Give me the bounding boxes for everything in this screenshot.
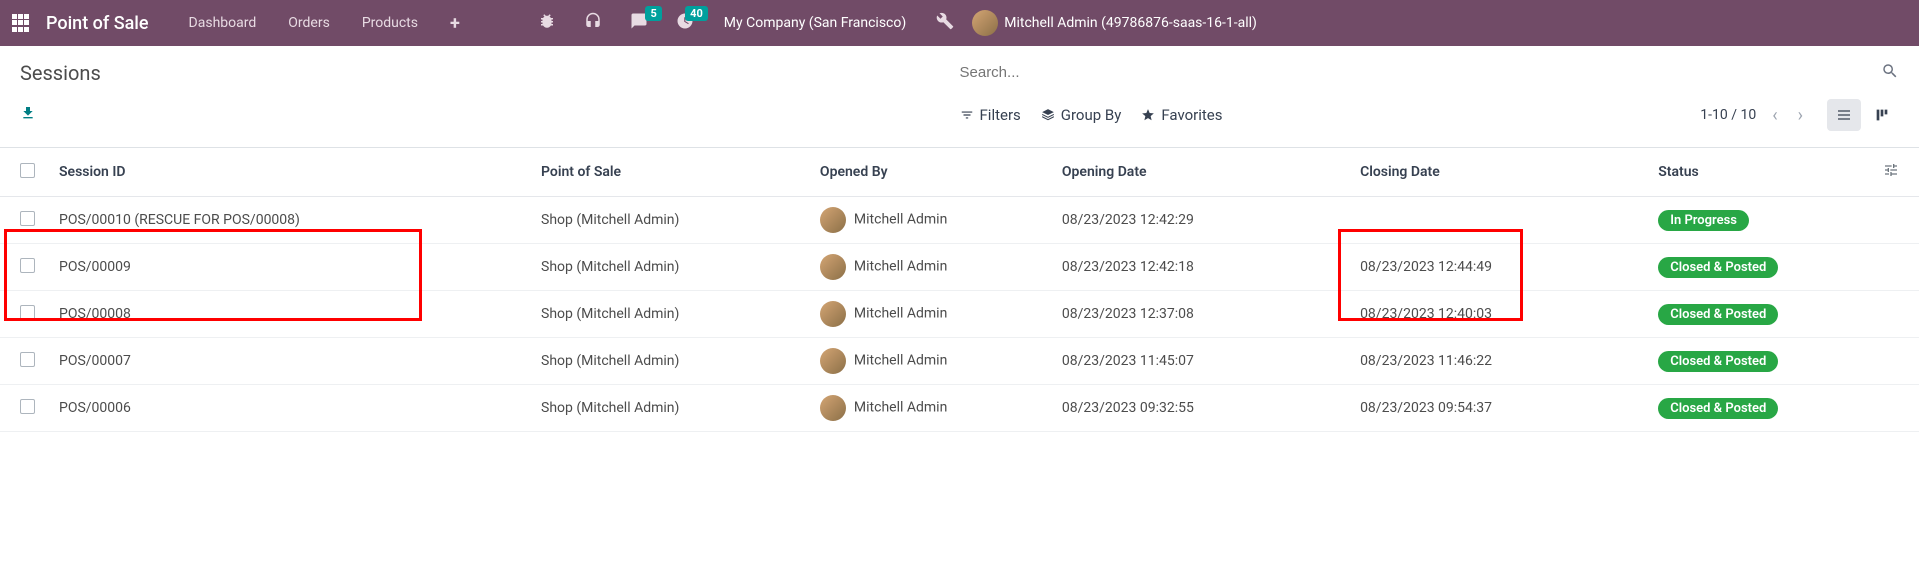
groupby-label: Group By xyxy=(1061,106,1122,124)
th-pos[interactable]: Point of Sale xyxy=(529,148,808,197)
select-all-checkbox[interactable] xyxy=(20,163,35,178)
avatar-icon xyxy=(972,10,998,36)
cell-session-id: POS/00006 xyxy=(47,385,529,432)
avatar-icon xyxy=(820,301,846,327)
support-icon[interactable] xyxy=(574,12,612,34)
table-header-row: Session ID Point of Sale Opened By Openi… xyxy=(0,148,1919,197)
search-bar[interactable] xyxy=(960,58,1900,87)
company-selector[interactable]: My Company (San Francisco) xyxy=(724,15,906,31)
favorites-button[interactable]: Favorites xyxy=(1141,106,1222,124)
cell-closing-date: 08/23/2023 09:54:37 xyxy=(1348,385,1646,432)
status-badge: Closed & Posted xyxy=(1658,398,1778,419)
cell-opened-by: Mitchell Admin xyxy=(808,291,1050,338)
row-checkbox[interactable] xyxy=(20,305,35,320)
add-menu-button[interactable]: + xyxy=(438,13,472,34)
status-badge: Closed & Posted xyxy=(1658,304,1778,325)
row-checkbox[interactable] xyxy=(20,258,35,273)
table-row[interactable]: POS/00006Shop (Mitchell Admin)Mitchell A… xyxy=(0,385,1919,432)
cell-pos: Shop (Mitchell Admin) xyxy=(529,244,808,291)
list-view-button[interactable] xyxy=(1827,99,1861,131)
avatar-icon xyxy=(820,207,846,233)
cell-opening-date: 08/23/2023 09:32:55 xyxy=(1050,385,1348,432)
cell-closing-date: 08/23/2023 11:46:22 xyxy=(1348,338,1646,385)
activities-icon[interactable]: 40 xyxy=(666,12,704,34)
cell-session-id: POS/00009 xyxy=(47,244,529,291)
th-session-id[interactable]: Session ID xyxy=(47,148,529,197)
cell-opened-by: Mitchell Admin xyxy=(808,385,1050,432)
debug-icon[interactable] xyxy=(528,12,566,34)
app-name[interactable]: Point of Sale xyxy=(46,13,149,34)
cell-closing-date: 08/23/2023 12:40:03 xyxy=(1348,291,1646,338)
cell-pos: Shop (Mitchell Admin) xyxy=(529,197,808,244)
pager-next-icon[interactable]: › xyxy=(1794,105,1807,126)
pager: 1-10 / 10 ‹ › xyxy=(1700,105,1807,126)
cell-session-id: POS/00010 (RESCUE FOR POS/00008) xyxy=(47,197,529,244)
row-checkbox[interactable] xyxy=(20,399,35,414)
cell-opened-by: Mitchell Admin xyxy=(808,338,1050,385)
row-checkbox[interactable] xyxy=(20,352,35,367)
cell-opening-date: 08/23/2023 11:45:07 xyxy=(1050,338,1348,385)
cell-opening-date: 08/23/2023 12:37:08 xyxy=(1050,291,1348,338)
cell-pos: Shop (Mitchell Admin) xyxy=(529,338,808,385)
cell-session-id: POS/00008 xyxy=(47,291,529,338)
nav-products[interactable]: Products xyxy=(350,15,430,31)
pager-prev-icon[interactable]: ‹ xyxy=(1768,105,1781,126)
cell-closing-date: 08/23/2023 12:44:49 xyxy=(1348,244,1646,291)
optional-fields-icon[interactable] xyxy=(1883,162,1899,178)
cell-session-id: POS/00007 xyxy=(47,338,529,385)
apps-icon[interactable] xyxy=(12,14,30,32)
avatar-icon xyxy=(820,254,846,280)
th-opening-date[interactable]: Opening Date xyxy=(1050,148,1348,197)
table-row[interactable]: POS/00008Shop (Mitchell Admin)Mitchell A… xyxy=(0,291,1919,338)
status-badge: Closed & Posted xyxy=(1658,351,1778,372)
filters-button[interactable]: Filters xyxy=(960,106,1021,124)
nav-orders[interactable]: Orders xyxy=(276,15,342,31)
topbar: Point of Sale Dashboard Orders Products … xyxy=(0,0,1919,46)
messages-badge: 5 xyxy=(645,6,661,21)
sessions-table: Session ID Point of Sale Opened By Openi… xyxy=(0,148,1919,432)
th-opened-by[interactable]: Opened By xyxy=(808,148,1050,197)
cell-opening-date: 08/23/2023 12:42:18 xyxy=(1050,244,1348,291)
cell-pos: Shop (Mitchell Admin) xyxy=(529,385,808,432)
status-badge: Closed & Posted xyxy=(1658,257,1778,278)
filters-label: Filters xyxy=(980,106,1021,124)
cell-opening-date: 08/23/2023 12:42:29 xyxy=(1050,197,1348,244)
kanban-view-button[interactable] xyxy=(1865,99,1899,131)
control-panel: Sessions Filters Group By Favo xyxy=(0,46,1919,139)
cell-opened-by: Mitchell Admin xyxy=(808,197,1050,244)
pager-text[interactable]: 1-10 / 10 xyxy=(1700,107,1756,123)
messages-icon[interactable]: 5 xyxy=(620,12,658,34)
page-title: Sessions xyxy=(20,61,960,85)
avatar-icon xyxy=(820,395,846,421)
table-row[interactable]: POS/00007Shop (Mitchell Admin)Mitchell A… xyxy=(0,338,1919,385)
search-input[interactable] xyxy=(960,58,1882,87)
th-status[interactable]: Status xyxy=(1646,148,1871,197)
activities-badge: 40 xyxy=(685,6,708,21)
nav-dashboard[interactable]: Dashboard xyxy=(177,15,269,31)
row-checkbox[interactable] xyxy=(20,211,35,226)
cell-closing-date xyxy=(1348,197,1646,244)
user-menu[interactable]: Mitchell Admin (49786876-saas-16-1-all) xyxy=(972,10,1257,36)
table-row[interactable]: POS/00009Shop (Mitchell Admin)Mitchell A… xyxy=(0,244,1919,291)
groupby-button[interactable]: Group By xyxy=(1041,106,1122,124)
avatar-icon xyxy=(820,348,846,374)
cell-opened-by: Mitchell Admin xyxy=(808,244,1050,291)
favorites-label: Favorites xyxy=(1161,106,1222,124)
search-icon[interactable] xyxy=(1881,62,1899,84)
cell-pos: Shop (Mitchell Admin) xyxy=(529,291,808,338)
status-badge: In Progress xyxy=(1658,210,1749,231)
user-name-label: Mitchell Admin (49786876-saas-16-1-all) xyxy=(1004,15,1257,31)
table-row[interactable]: POS/00010 (RESCUE FOR POS/00008)Shop (Mi… xyxy=(0,197,1919,244)
tools-icon[interactable] xyxy=(926,12,964,34)
th-closing-date[interactable]: Closing Date xyxy=(1348,148,1646,197)
download-icon[interactable] xyxy=(20,109,36,125)
